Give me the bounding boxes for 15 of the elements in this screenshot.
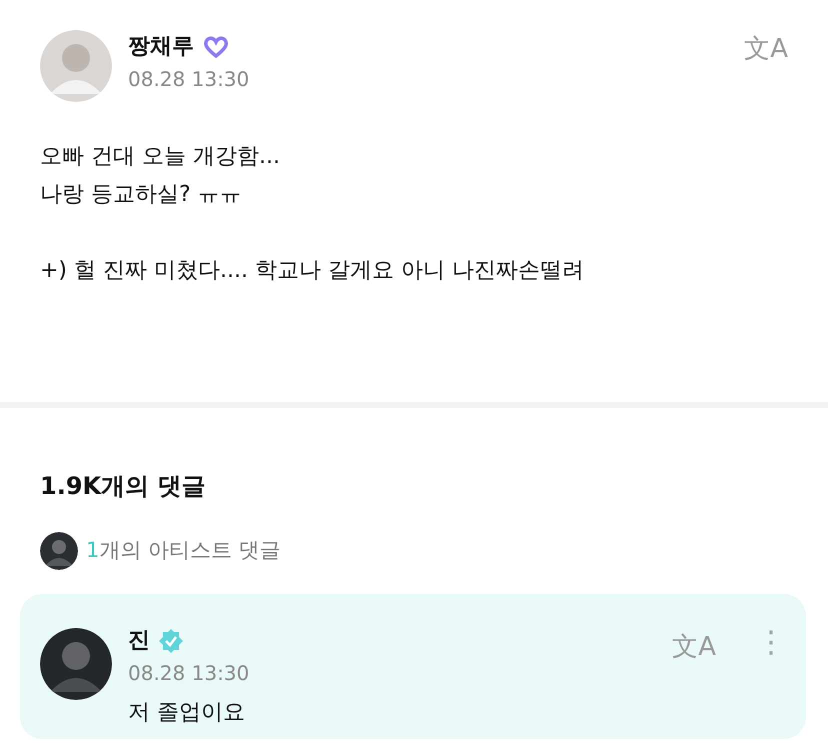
author-name[interactable]: 짱채루 bbox=[128, 34, 194, 60]
avatar[interactable] bbox=[40, 628, 112, 700]
comment-text: 저 졸업이요 bbox=[128, 699, 246, 728]
post-text: 오빠 건대 오늘 개강함... bbox=[40, 143, 281, 171]
author-name[interactable]: 진 bbox=[128, 628, 150, 654]
post-time: 08.28 13:30 bbox=[128, 66, 250, 94]
avatar[interactable] bbox=[40, 532, 78, 570]
heart-icon bbox=[202, 36, 230, 58]
artist-comments-link[interactable]: 1개의 아티스트 댓글 bbox=[86, 535, 281, 567]
post-text: 나랑 등교하실? ㅠㅠ bbox=[40, 181, 243, 209]
translate-icon[interactable]: 文A bbox=[744, 30, 788, 69]
translate-icon[interactable]: 文A bbox=[672, 628, 716, 667]
comment-time: 08.28 13:30 bbox=[128, 660, 250, 688]
comments-heading: 1.9K개의 댓글 bbox=[39, 471, 206, 502]
post-text: +) 헐 진짜 미쳤다.... 학교나 갈게요 아니 나진짜손떨려 bbox=[40, 257, 585, 285]
